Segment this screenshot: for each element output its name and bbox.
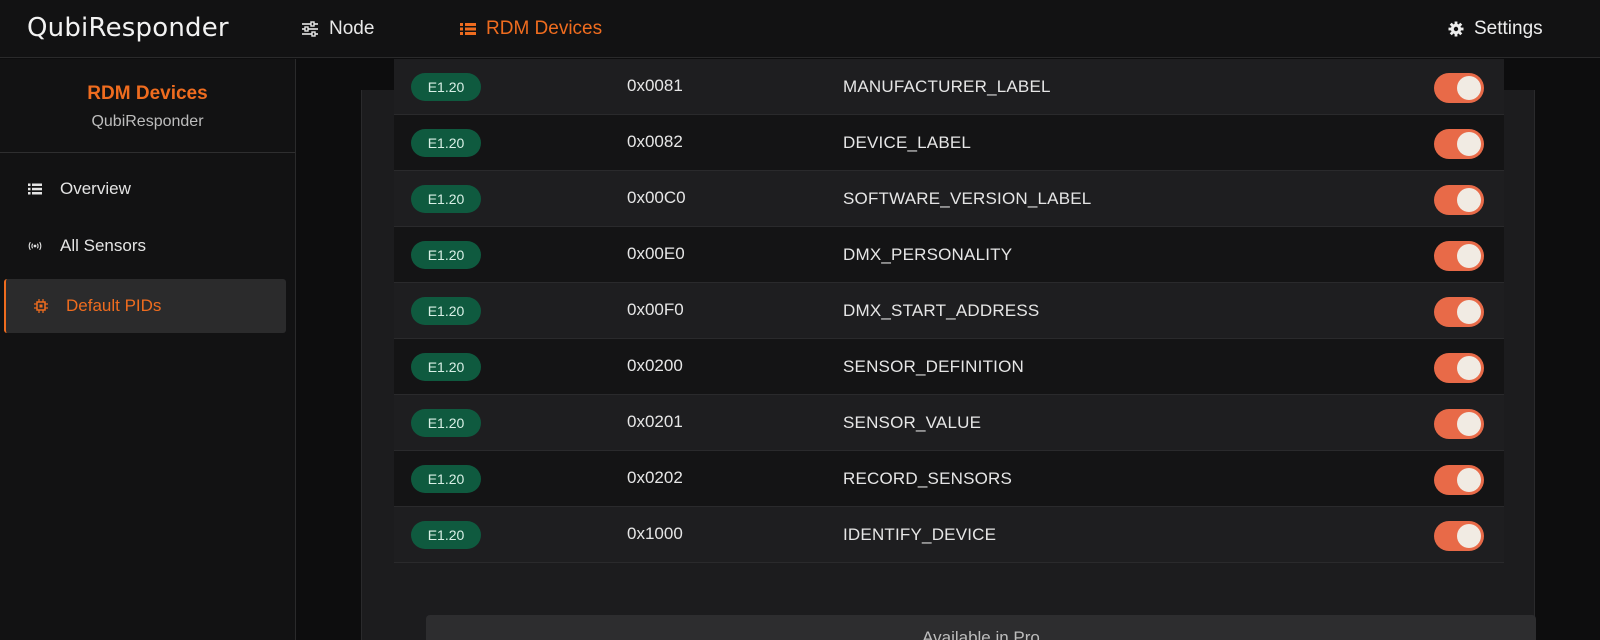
pid-name: RECORD_SENSORS bbox=[843, 469, 1013, 488]
sidebar-item-label: All Sensors bbox=[60, 236, 146, 255]
pid-name: SENSOR_DEFINITION bbox=[843, 357, 1024, 376]
main-content: E1.20 0x0081 MANUFACTURER_LABEL E1.20 0x… bbox=[296, 59, 1600, 640]
toggle-knob bbox=[1457, 524, 1481, 548]
pid-code: 0x0082 bbox=[627, 132, 683, 151]
standard-badge: E1.20 bbox=[411, 297, 481, 325]
toggle-knob bbox=[1457, 468, 1481, 492]
sidebar-item-overview[interactable]: Overview bbox=[4, 162, 286, 216]
pid-name: DEVICE_LABEL bbox=[843, 133, 972, 152]
pid-enable-toggle[interactable] bbox=[1434, 73, 1484, 103]
table-row: E1.20 0x00F0 DMX_START_ADDRESS bbox=[394, 283, 1504, 339]
sidebar-header: RDM Devices QubiResponder bbox=[0, 59, 295, 153]
standard-badge: E1.20 bbox=[411, 129, 481, 157]
toggle-knob bbox=[1457, 356, 1481, 380]
toggle-knob bbox=[1457, 132, 1481, 156]
pid-name: SENSOR_VALUE bbox=[843, 413, 982, 432]
nav-rdm-devices[interactable]: RDM Devices bbox=[460, 18, 602, 40]
table-row: E1.20 0x00E0 DMX_PERSONALITY bbox=[394, 227, 1504, 283]
pid-name: DMX_START_ADDRESS bbox=[843, 301, 1040, 320]
sidebar-item-label: Overview bbox=[60, 179, 131, 198]
app-logo[interactable]: QubiResponder bbox=[27, 13, 229, 43]
standard-badge: E1.20 bbox=[411, 409, 481, 437]
list-icon bbox=[28, 183, 42, 195]
pid-enable-toggle[interactable] bbox=[1434, 297, 1484, 327]
pid-code: 0x0081 bbox=[627, 76, 683, 95]
sidebar-subtitle: QubiResponder bbox=[91, 113, 204, 130]
pid-name: IDENTIFY_DEVICE bbox=[843, 525, 997, 544]
pid-enable-toggle[interactable] bbox=[1434, 409, 1484, 439]
table-row: E1.20 0x0081 MANUFACTURER_LABEL bbox=[394, 59, 1504, 115]
pid-name: SOFTWARE_VERSION_LABEL bbox=[843, 189, 1092, 208]
pid-enable-toggle[interactable] bbox=[1434, 185, 1484, 215]
pid-name: MANUFACTURER_LABEL bbox=[843, 77, 1051, 96]
standard-badge: E1.20 bbox=[411, 353, 481, 381]
standard-badge: E1.20 bbox=[411, 521, 481, 549]
nav-settings-label: Settings bbox=[1474, 18, 1543, 39]
pid-code: 0x00C0 bbox=[627, 188, 686, 207]
table-row: E1.20 0x1000 IDENTIFY_DEVICE bbox=[394, 507, 1504, 563]
top-navigation-bar: QubiResponder Node RDM Devices Settings bbox=[0, 0, 1600, 58]
pid-code: 0x0202 bbox=[627, 468, 683, 487]
toggle-knob bbox=[1457, 188, 1481, 212]
table-row: E1.20 0x0201 SENSOR_VALUE bbox=[394, 395, 1504, 451]
pid-enable-toggle[interactable] bbox=[1434, 465, 1484, 495]
toggle-knob bbox=[1457, 244, 1481, 268]
nav-node[interactable]: Node bbox=[301, 18, 374, 40]
toggle-knob bbox=[1457, 76, 1481, 100]
table-row: E1.20 0x0202 RECORD_SENSORS bbox=[394, 451, 1504, 507]
standard-badge: E1.20 bbox=[411, 465, 481, 493]
nav-rdm-label: RDM Devices bbox=[486, 18, 603, 39]
toggle-knob bbox=[1457, 412, 1481, 436]
pid-enable-toggle[interactable] bbox=[1434, 353, 1484, 383]
pid-code: 0x1000 bbox=[627, 524, 683, 543]
broadcast-icon bbox=[28, 240, 42, 252]
pid-code: 0x00E0 bbox=[627, 244, 685, 263]
pid-code: 0x00F0 bbox=[627, 300, 684, 319]
gear-icon bbox=[1448, 21, 1464, 37]
table-row: E1.20 0x0200 SENSOR_DEFINITION bbox=[394, 339, 1504, 395]
pid-table-panel: E1.20 0x0081 MANUFACTURER_LABEL E1.20 0x… bbox=[361, 59, 1536, 640]
sliders-icon bbox=[301, 21, 319, 37]
nav-node-label: Node bbox=[329, 18, 375, 39]
pid-code: 0x0200 bbox=[627, 356, 683, 375]
standard-badge: E1.20 bbox=[411, 185, 481, 213]
available-in-pro-button[interactable]: Available in Pro bbox=[426, 615, 1536, 640]
sidebar-item-label: Default PIDs bbox=[66, 296, 162, 315]
pid-enable-toggle[interactable] bbox=[1434, 521, 1484, 551]
sidebar-item-default-pids[interactable]: Default PIDs bbox=[4, 279, 286, 333]
pid-enable-toggle[interactable] bbox=[1434, 241, 1484, 271]
sidebar: RDM Devices QubiResponder Overview All S… bbox=[0, 59, 296, 640]
standard-badge: E1.20 bbox=[411, 73, 481, 101]
nav-settings[interactable]: Settings bbox=[1448, 18, 1543, 40]
pid-name: DMX_PERSONALITY bbox=[843, 245, 1013, 264]
pid-code: 0x0201 bbox=[627, 412, 683, 431]
table-row: E1.20 0x0082 DEVICE_LABEL bbox=[394, 115, 1504, 171]
list-icon bbox=[460, 22, 476, 36]
table-row: E1.20 0x00C0 SOFTWARE_VERSION_LABEL bbox=[394, 171, 1504, 227]
standard-badge: E1.20 bbox=[411, 241, 481, 269]
toggle-knob bbox=[1457, 300, 1481, 324]
sidebar-title: RDM Devices bbox=[87, 83, 208, 104]
sidebar-item-all-sensors[interactable]: All Sensors bbox=[4, 219, 286, 273]
pid-enable-toggle[interactable] bbox=[1434, 129, 1484, 159]
chip-icon bbox=[34, 299, 48, 313]
